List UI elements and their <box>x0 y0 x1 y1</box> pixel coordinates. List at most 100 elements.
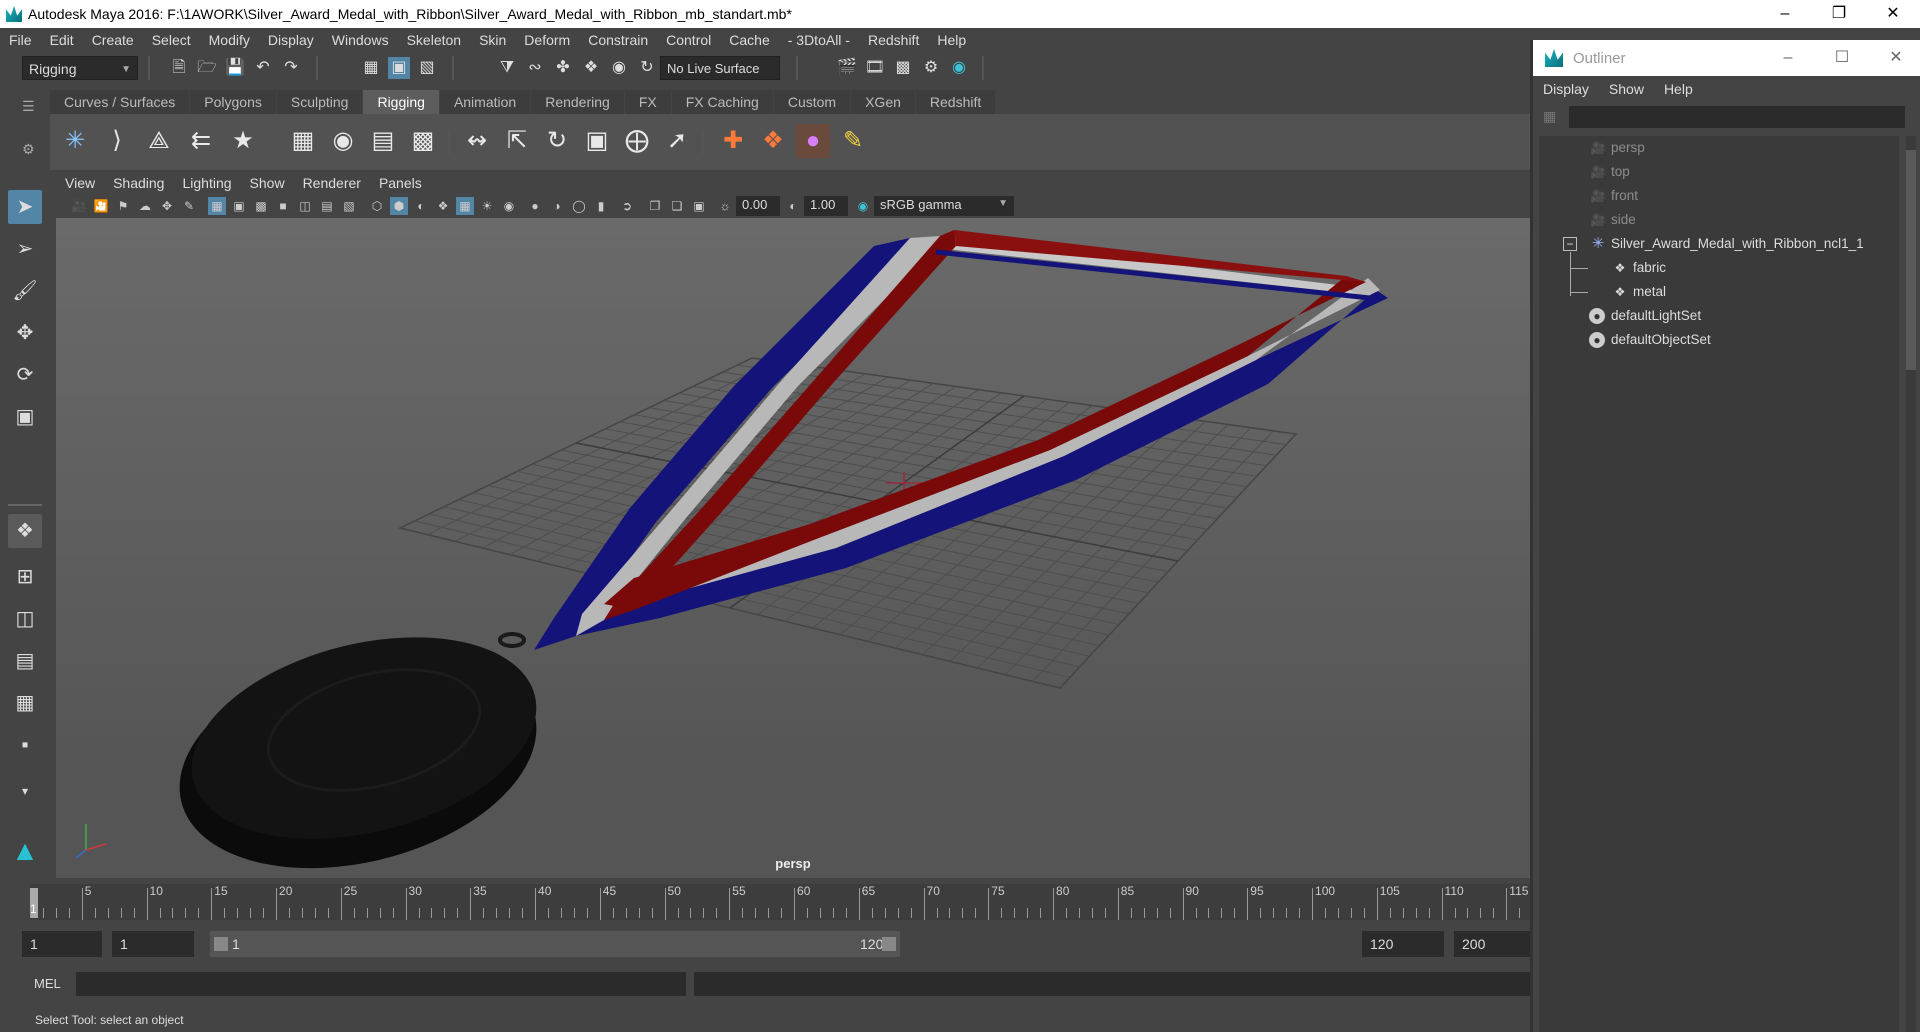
menu-create[interactable]: Create <box>83 32 143 48</box>
outliner-menu-display[interactable]: Display <box>1533 81 1599 97</box>
tab-xgen[interactable]: XGen <box>851 90 915 114</box>
menu-file[interactable]: File <box>0 32 41 48</box>
grid-toggle-icon[interactable]: ▦ <box>208 197 226 215</box>
single-perspective-layout-icon[interactable]: ❖ <box>8 514 42 548</box>
tab-sculpting[interactable]: Sculpting <box>276 90 363 114</box>
menu-modify[interactable]: Modify <box>200 32 259 48</box>
viewport-menu-renderer[interactable]: Renderer <box>294 175 370 191</box>
view-transform-dropdown[interactable]: sRGB gamma ▼ <box>874 196 1014 216</box>
live-surface-field[interactable]: No Live Surface <box>660 56 780 80</box>
bookmark-icon[interactable]: ⚑ <box>114 197 132 215</box>
set-driven-key-icon[interactable]: ❖ <box>756 124 790 158</box>
camera-attributes-icon[interactable]: 🎦 <box>92 197 110 215</box>
tab-animation[interactable]: Animation <box>439 90 531 114</box>
shadows-icon[interactable]: ◉ <box>500 197 518 215</box>
outliner-close-button[interactable]: ✕ <box>1869 40 1920 76</box>
resolution-gate-icon[interactable]: ▩ <box>252 197 270 215</box>
filter-icon[interactable]: ▦ <box>1543 108 1561 126</box>
tab-curves-surfaces[interactable]: Curves / Surfaces <box>50 90 190 114</box>
tab-redshift[interactable]: Redshift <box>915 90 996 114</box>
menu-help[interactable]: Help <box>928 32 975 48</box>
render-view-icon[interactable]: 🎬 <box>836 57 858 79</box>
screen-space-ao-icon[interactable]: ● <box>526 197 544 215</box>
minimize-button[interactable]: – <box>1758 0 1812 28</box>
new-scene-icon[interactable]: 🗎 <box>168 57 190 79</box>
ik-handle-icon[interactable]: ⟩ <box>100 124 134 158</box>
scrollbar-thumb[interactable] <box>1906 150 1916 370</box>
render-frame-icon[interactable]: 🎞 <box>864 57 886 79</box>
outliner-item-metal[interactable]: ❖ metal <box>1539 280 1899 304</box>
wireframe-icon[interactable]: ⬡ <box>368 197 386 215</box>
mirror-joint-icon[interactable]: ⇇ <box>184 124 218 158</box>
close-button[interactable]: ✕ <box>1866 0 1920 28</box>
outliner-item-side[interactable]: 🎥 side <box>1539 208 1899 232</box>
color-management-icon[interactable]: ◉ <box>854 197 872 215</box>
cluster-icon[interactable]: ▩ <box>406 124 440 158</box>
viewport-menu-lighting[interactable]: Lighting <box>173 175 240 191</box>
restore-button[interactable]: ❐ <box>1812 0 1866 28</box>
hypershade-layout-icon[interactable]: ▦ <box>8 686 42 720</box>
tab-rigging[interactable]: Rigging <box>363 90 439 114</box>
perspective-viewport[interactable]: persp <box>56 218 1530 878</box>
lasso-tool-icon[interactable]: ➢ <box>8 232 42 266</box>
scale-tool-icon[interactable]: ▣ <box>8 400 42 434</box>
perspective-graph-layout-icon[interactable]: ▤ <box>8 644 42 678</box>
blend-shape-icon[interactable]: ● <box>796 124 830 158</box>
exposure-icon[interactable]: ☼ <box>716 197 734 215</box>
redo-icon[interactable]: ↷ <box>280 57 302 79</box>
time-slider[interactable]: 1 5 10 15 20 25 30 35 40 45 50 55 60 65 70 75 80 85 90 95 1… <box>0 882 1530 922</box>
ik-spline-icon[interactable]: ⟁ <box>142 124 176 158</box>
parent-constraint-icon[interactable]: ↭ <box>460 124 494 158</box>
outliner-search-input[interactable] <box>1569 106 1905 128</box>
bind-skin-icon[interactable]: ▦ <box>286 124 320 158</box>
menu-display[interactable]: Display <box>259 32 323 48</box>
viewport-menu-shading[interactable]: Shading <box>104 175 173 191</box>
paint-weights-icon[interactable]: ◉ <box>326 124 360 158</box>
open-scene-icon[interactable]: 🗁 <box>196 57 218 79</box>
hypershade-icon[interactable]: ◉ <box>948 57 970 79</box>
menu-deform[interactable]: Deform <box>515 32 579 48</box>
snap-grid-icon[interactable]: ⧩ <box>496 57 518 79</box>
menu-3dtoall[interactable]: - 3DtoAll - <box>779 32 859 48</box>
viewport-menu-view[interactable]: View <box>56 175 104 191</box>
outliner-item-front[interactable]: 🎥 front <box>1539 184 1899 208</box>
tab-rendering[interactable]: Rendering <box>531 90 624 114</box>
outliner-item-persp[interactable]: 🎥 persp <box>1539 136 1899 160</box>
render-settings-icon[interactable]: ⚙ <box>920 57 942 79</box>
time-slider-track[interactable] <box>30 884 1530 920</box>
animation-start-field[interactable]: 1 <box>22 931 102 957</box>
uv-editor-layout-icon[interactable]: ▪ <box>8 728 42 762</box>
humanik-icon[interactable]: ★ <box>226 124 260 158</box>
ipr-render-icon[interactable]: ▩ <box>892 57 914 79</box>
outliner-item-defaultobjectset[interactable]: ● defaultObjectSet <box>1539 328 1899 352</box>
playback-start-field[interactable]: 1 <box>112 931 194 957</box>
gate-mask-icon[interactable]: ■ <box>274 197 292 215</box>
range-start-handle[interactable] <box>214 937 228 951</box>
select-component-icon[interactable]: ▧ <box>416 57 438 79</box>
scale-constraint-icon[interactable]: ▣ <box>580 124 614 158</box>
outliner-item-medal-group[interactable]: − ✳ Silver_Award_Medal_with_Ribbon_ncl1_… <box>1539 232 1899 256</box>
undo-icon[interactable]: ↶ <box>252 57 274 79</box>
wireframe-on-shaded-icon[interactable]: ❖ <box>434 197 452 215</box>
aim-constraint-icon[interactable]: ⨁ <box>620 124 654 158</box>
motion-blur-icon[interactable]: ◑ <box>548 197 566 215</box>
menuset-dropdown[interactable]: Rigging ▼ <box>22 56 138 80</box>
snap-live-icon[interactable]: ↻ <box>636 57 658 79</box>
menu-skin[interactable]: Skin <box>470 32 515 48</box>
command-language-label[interactable]: MEL <box>34 976 61 991</box>
smooth-shade-icon[interactable]: ⬢ <box>390 197 408 215</box>
isolate-select-icon[interactable]: ➲ <box>618 197 636 215</box>
range-end-handle[interactable] <box>882 937 896 951</box>
menu-select[interactable]: Select <box>143 32 200 48</box>
rotate-tool-icon[interactable]: ⟳ <box>8 358 42 392</box>
gamma-icon[interactable]: ◐ <box>784 197 802 215</box>
xray-components-icon[interactable]: ▣ <box>690 197 708 215</box>
animation-end-field[interactable]: 200 <box>1454 931 1530 957</box>
menu-constrain[interactable]: Constrain <box>579 32 657 48</box>
outliner-item-top[interactable]: 🎥 top <box>1539 160 1899 184</box>
safe-action-icon[interactable]: ▤ <box>318 197 336 215</box>
depth-of-field-icon[interactable]: ▮ <box>592 197 610 215</box>
2d-pan-zoom-icon[interactable]: ✥ <box>158 197 176 215</box>
snap-point-icon[interactable]: ✤ <box>552 57 574 79</box>
menu-edit[interactable]: Edit <box>41 32 83 48</box>
